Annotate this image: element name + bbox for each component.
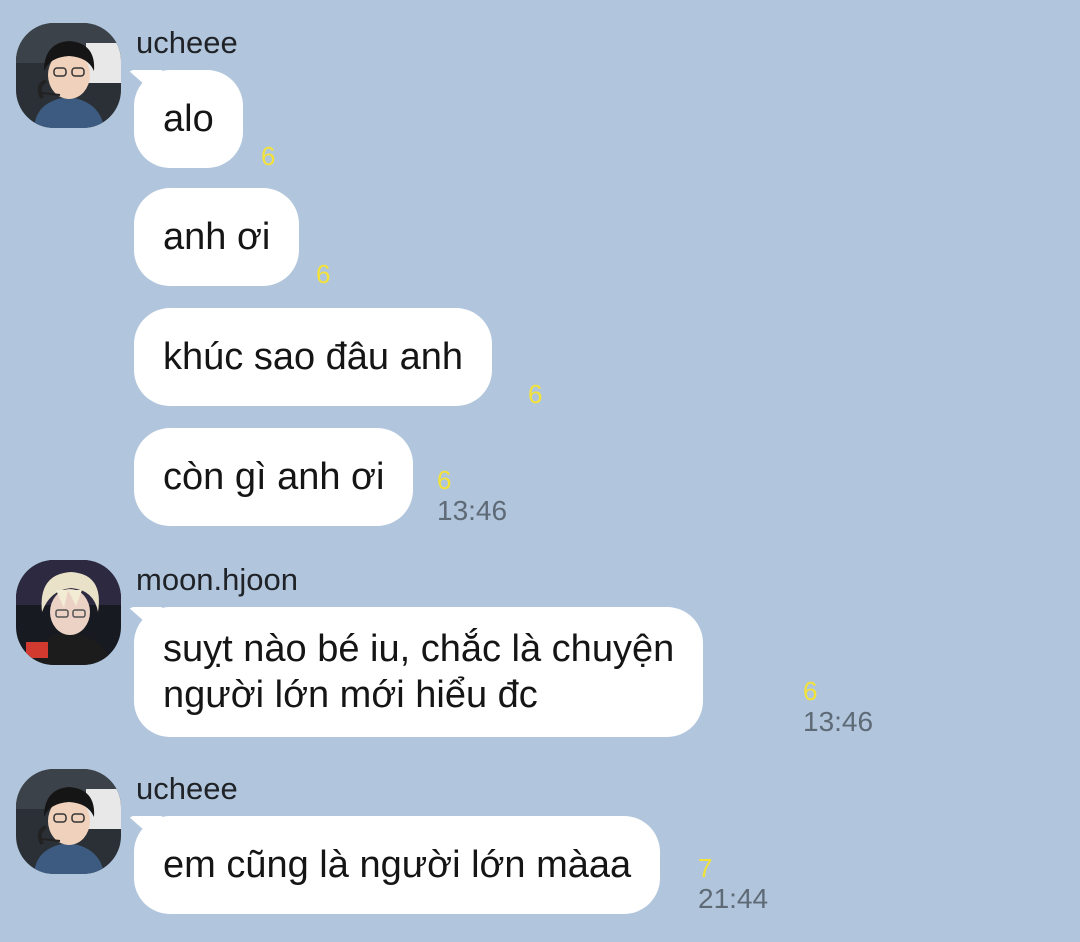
sender-name: moon.hjoon [136,562,299,597]
message-time: 21:44 [698,883,769,914]
message-meta: 6 [316,259,330,289]
message-bubble[interactable]: anh ơi [134,188,300,286]
message-time: 13:46 [437,495,508,526]
message-bubble[interactable]: khúc sao đâu anh [134,308,493,406]
unread-count: 6 [528,379,543,409]
avatar-ucheee[interactable] [16,769,121,874]
user-avatar-icon [16,23,121,128]
message-bubble[interactable]: alo [134,70,243,168]
message-bubble[interactable]: suỵt nào bé iu, chắc là chuyện người lớn… [134,607,704,737]
unread-count: 7 [698,853,713,883]
unread-count: 6 [261,141,276,171]
message-text: anh ơi [163,216,271,258]
message-text: khúc sao đâu anh [163,336,464,378]
unread-count: 6 [437,465,452,495]
message-meta: 6 13:46 [437,465,507,527]
message-bubble[interactable]: còn gì anh ơi [134,428,414,526]
message-meta: 7 21:44 [698,853,768,915]
unread-count: 6 [803,676,818,706]
message-text: em cũng là người lớn màaa [163,844,632,886]
message-time: 13:46 [803,706,874,737]
avatar-ucheee[interactable] [16,23,121,128]
sender-name: ucheee [136,25,238,60]
message-meta: 6 13:46 [803,676,873,738]
message-text-line: suỵt nào bé iu, chắc là chuyện [163,628,675,670]
user-avatar-icon [16,560,121,665]
unread-count: 6 [316,259,331,289]
message-meta: 6 [261,141,275,171]
avatar-moon-hjoon[interactable] [16,560,121,665]
message-text-line: người lớn mới hiểu đc [163,674,538,716]
message-meta: 6 [528,379,542,409]
message-text: còn gì anh ơi [163,456,385,498]
message-bubble[interactable]: em cũng là người lớn màaa [134,816,661,914]
sender-name: ucheee [136,771,238,806]
user-avatar-icon [16,769,121,874]
message-text: alo [163,98,214,140]
